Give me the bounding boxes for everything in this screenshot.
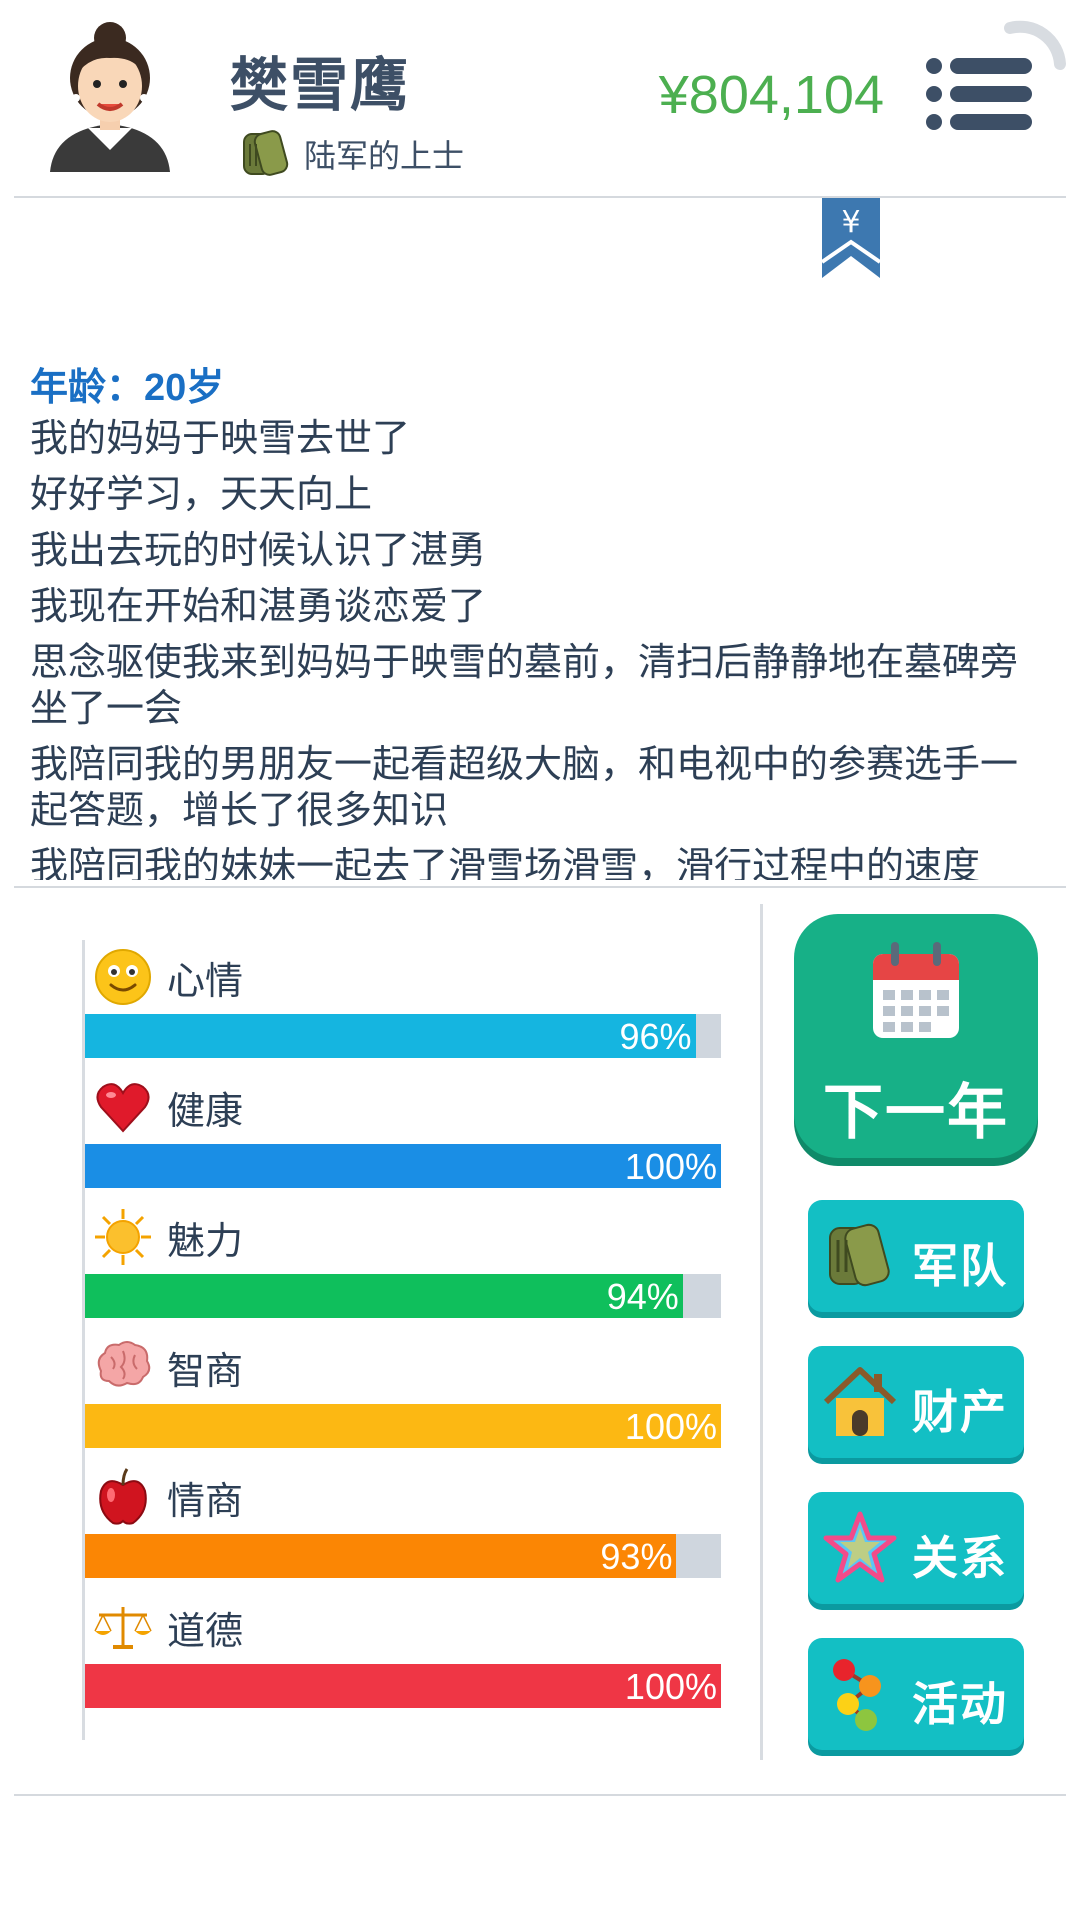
panel-divider bbox=[760, 904, 763, 1760]
stat-bar-track: 93% bbox=[85, 1534, 721, 1578]
rank-label: 陆军的上士 bbox=[304, 138, 465, 174]
activities-label: 活动 bbox=[912, 1678, 1008, 1730]
stat-bar-fill: 100% bbox=[85, 1664, 721, 1708]
avatar[interactable] bbox=[40, 12, 180, 172]
apple-icon bbox=[99, 1468, 147, 1525]
activities-button[interactable]: 活动 bbox=[808, 1638, 1024, 1750]
star-icon bbox=[823, 1511, 897, 1583]
property-button[interactable]: 财产 bbox=[808, 1346, 1024, 1458]
dog-tag-icon bbox=[243, 130, 289, 176]
stat-bar-fill: 100% bbox=[85, 1404, 721, 1448]
rank-row: 陆军的上士 bbox=[238, 126, 464, 182]
stat-morality: 道德 100% bbox=[85, 1590, 721, 1720]
next-year-label: 下一年 bbox=[823, 1079, 1009, 1146]
army-label: 军队 bbox=[912, 1240, 1008, 1292]
header-divider bbox=[14, 196, 1066, 198]
stat-percent: 94% bbox=[606, 1276, 679, 1317]
stat-label: 智商 bbox=[167, 1350, 244, 1393]
stat-bar-fill: 100% bbox=[85, 1144, 721, 1188]
log-entry: 思念驱使我来到妈妈于映雪的墓前，清扫后静静地在墓碑旁坐了一会 bbox=[30, 642, 1019, 730]
stat-percent: 100% bbox=[624, 1146, 717, 1187]
property-label: 财产 bbox=[912, 1386, 1008, 1438]
menu-icon[interactable] bbox=[924, 56, 1036, 132]
stat-bar-track: 94% bbox=[85, 1274, 721, 1318]
army-button[interactable]: 军队 bbox=[808, 1200, 1024, 1312]
stat-bar-track: 100% bbox=[85, 1404, 721, 1448]
scales-icon bbox=[94, 1607, 152, 1649]
header: 樊雪鹰 陆军的上士 ¥804,104 bbox=[0, 0, 1080, 196]
stat-charm: 魅力 94% bbox=[85, 1200, 721, 1330]
relations-label: 关系 bbox=[912, 1532, 1008, 1584]
stat-label: 情商 bbox=[167, 1480, 244, 1523]
stat-iq: 智商 100% bbox=[85, 1330, 721, 1460]
stat-bar-fill: 96% bbox=[85, 1014, 696, 1058]
stat-eq: 情商 93% bbox=[85, 1460, 721, 1590]
money-bookmark-icon[interactable]: ¥ bbox=[822, 198, 880, 278]
activities-dots-icon bbox=[833, 1659, 881, 1731]
dog-tag-icon bbox=[829, 1223, 890, 1287]
log-list: 我的妈妈于映雪去世了 好好学习，天天向上 我出去玩的时候认识了湛勇 我现在开始和… bbox=[30, 416, 1050, 880]
stats-panel: 心情 96% 健康 100% 魅力 94% 智商 100% 情商 93% 道德 … bbox=[82, 940, 721, 1740]
stat-percent: 93% bbox=[600, 1536, 673, 1577]
heart-icon bbox=[96, 1083, 150, 1133]
log-entry: 我陪同我的男朋友一起看超级大脑，和电视中的参赛选手一起答题，增长了很多知识 bbox=[30, 744, 1019, 832]
stat-mood: 心情 96% bbox=[85, 940, 721, 1070]
footer-divider bbox=[14, 1794, 1066, 1796]
svg-text:¥: ¥ bbox=[841, 205, 860, 240]
log-entry: 好好学习，天天向上 bbox=[30, 474, 373, 516]
log-entry: 我现在开始和湛勇谈恋爱了 bbox=[30, 586, 487, 628]
log-entry: 我的妈妈于映雪去世了 bbox=[30, 418, 411, 460]
stat-percent: 100% bbox=[624, 1666, 717, 1707]
player-name: 樊雪鹰 bbox=[230, 53, 411, 118]
stat-label: 心情 bbox=[167, 960, 244, 1003]
stat-bar-fill: 94% bbox=[85, 1274, 683, 1318]
log-entry: 我陪同我的妹妹一起去了滑雪场滑雪，滑行过程中的速度 bbox=[30, 846, 981, 880]
stat-bar-track: 100% bbox=[85, 1664, 721, 1708]
log-entry: 我出去玩的时候认识了湛勇 bbox=[30, 530, 487, 572]
stat-label: 魅力 bbox=[167, 1220, 244, 1263]
sun-icon bbox=[95, 1209, 151, 1265]
stat-health: 健康 100% bbox=[85, 1070, 721, 1200]
stat-label: 道德 bbox=[167, 1610, 244, 1653]
stat-bar-track: 96% bbox=[85, 1014, 721, 1058]
brain-icon bbox=[97, 1341, 151, 1387]
stat-bar-fill: 93% bbox=[85, 1534, 677, 1578]
life-log[interactable]: 年龄：20岁 我的妈妈于映雪去世了 好好学习，天天向上 我出去玩的时候认识了湛勇… bbox=[30, 360, 1050, 880]
stat-percent: 96% bbox=[619, 1016, 692, 1057]
calendar-icon bbox=[873, 942, 959, 1038]
stat-percent: 100% bbox=[624, 1406, 717, 1447]
log-divider bbox=[14, 886, 1066, 888]
relations-button[interactable]: 关系 bbox=[808, 1492, 1024, 1604]
age-line: 年龄：20岁 bbox=[30, 367, 225, 409]
stat-label: 健康 bbox=[167, 1090, 244, 1133]
next-year-button[interactable]: 下一年 bbox=[794, 914, 1038, 1158]
house-icon bbox=[823, 1367, 897, 1436]
money-balance: ¥804,104 bbox=[658, 65, 884, 125]
smiley-icon bbox=[95, 949, 151, 1005]
stat-bar-track: 100% bbox=[85, 1144, 721, 1188]
